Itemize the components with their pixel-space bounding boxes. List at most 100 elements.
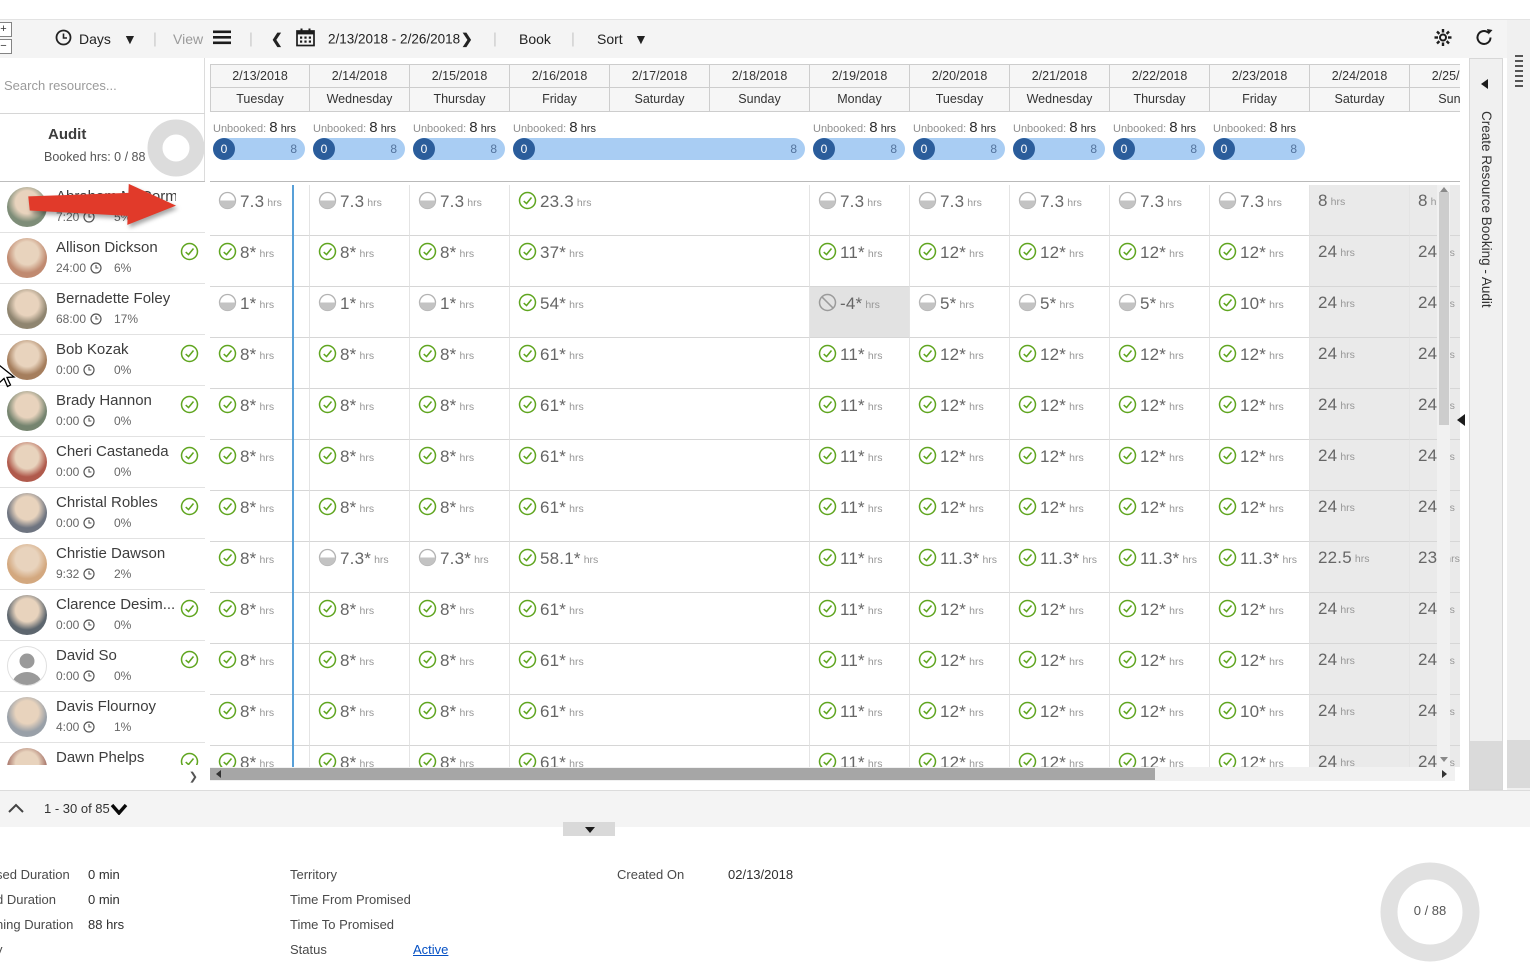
booking-cell[interactable]: 8*hrs	[210, 542, 310, 593]
booking-cell[interactable]: 12*hrs	[1110, 236, 1210, 287]
booking-cell[interactable]: 12*hrs	[1210, 746, 1310, 767]
booking-cell[interactable]: 24hrs	[1310, 389, 1410, 440]
booking-cell[interactable]: 24hrs	[1410, 695, 1460, 746]
resource-row[interactable]: Bob Kozak0:000%	[0, 335, 205, 386]
booking-cell[interactable]: 7.3hrs	[1210, 185, 1310, 236]
booking-cell[interactable]: 61*hrs	[510, 389, 810, 440]
booking-cell[interactable]: 8*hrs	[310, 338, 410, 389]
booking-cell[interactable]: 11*hrs	[810, 440, 910, 491]
expand-tab-icon[interactable]	[1481, 79, 1488, 89]
booking-cell[interactable]: 11.3*hrs	[1210, 542, 1310, 593]
collapse-panel-icon[interactable]	[1457, 414, 1465, 426]
booking-cell[interactable]: 8*hrs	[410, 695, 510, 746]
booking-cell[interactable]: 7.3hrs	[910, 185, 1010, 236]
resource-selected-check-icon[interactable]	[180, 599, 199, 623]
booking-cell[interactable]: 12*hrs	[910, 644, 1010, 695]
horizontal-scrollbar[interactable]	[210, 767, 1455, 781]
booking-cell[interactable]: 7.3hrs	[210, 185, 310, 236]
resource-row[interactable]: Bernadette Foley68:0017%	[0, 284, 205, 335]
booking-cell[interactable]: 10*hrs	[1210, 287, 1310, 338]
days-caret-icon[interactable]: ▼	[123, 31, 137, 47]
booking-cell[interactable]: 8*hrs	[210, 440, 310, 491]
booking-cell[interactable]: 8*hrs	[410, 746, 510, 767]
booking-cell[interactable]: 11*hrs	[810, 593, 910, 644]
booking-cell[interactable]: 11*hrs	[810, 644, 910, 695]
zoom-in-button[interactable]: +	[0, 22, 12, 37]
resource-row[interactable]: Christal Robles0:000%	[0, 488, 205, 539]
booking-cell[interactable]: 61*hrs	[510, 695, 810, 746]
settings-gear-icon[interactable]	[1434, 29, 1452, 50]
booking-cell[interactable]: 23.3hrs	[510, 185, 810, 236]
booking-cell[interactable]: 11.3*hrs	[910, 542, 1010, 593]
booking-cell[interactable]: 11*hrs	[810, 746, 910, 767]
booking-cell[interactable]: 8*hrs	[210, 338, 310, 389]
booking-cell[interactable]: 12*hrs	[910, 338, 1010, 389]
booking-cell[interactable]: 1*hrs	[310, 287, 410, 338]
booking-cell[interactable]: 24hrs	[1310, 644, 1410, 695]
booking-cell[interactable]: 12*hrs	[1110, 746, 1210, 767]
sort-caret-icon[interactable]: ▼	[634, 31, 648, 47]
booking-cell[interactable]: 24hrs	[1310, 440, 1410, 491]
booking-cell[interactable]: 12*hrs	[1010, 695, 1110, 746]
booking-cell[interactable]: 24hrs	[1410, 491, 1460, 542]
booking-cell[interactable]: 12*hrs	[1210, 644, 1310, 695]
booking-cell[interactable]: 12*hrs	[1110, 644, 1210, 695]
booking-cell[interactable]: 8*hrs	[410, 440, 510, 491]
booking-cell[interactable]: 22.5hrs	[1310, 542, 1410, 593]
booking-cell[interactable]: 12*hrs	[910, 389, 1010, 440]
page-up-icon[interactable]	[8, 803, 24, 813]
booking-cell[interactable]: 8*hrs	[410, 593, 510, 644]
booking-cell[interactable]: 8*hrs	[310, 491, 410, 542]
booking-cell[interactable]: 37*hrs	[510, 236, 810, 287]
booking-cell[interactable]: 58.1*hrs	[510, 542, 810, 593]
scroll-down-icon[interactable]	[1440, 757, 1448, 762]
detail-value[interactable]: Active	[413, 942, 448, 957]
booking-cell[interactable]: 11*hrs	[810, 338, 910, 389]
booking-cell[interactable]: 12*hrs	[1110, 389, 1210, 440]
booking-cell[interactable]: 61*hrs	[510, 746, 810, 767]
booking-cell[interactable]: 24hrs	[1410, 338, 1460, 389]
scroll-right-icon[interactable]	[1442, 770, 1447, 778]
sidebar-scroll-right-icon[interactable]: ❯	[189, 770, 198, 783]
booking-cell[interactable]: 24hrs	[1310, 695, 1410, 746]
booking-cell[interactable]: 8*hrs	[410, 491, 510, 542]
resource-selected-check-icon[interactable]	[180, 650, 199, 674]
previous-range-button[interactable]: ❮	[271, 31, 283, 48]
booking-cell[interactable]: 12*hrs	[1010, 746, 1110, 767]
create-resource-booking-tab[interactable]: Create Resource Booking - Audit	[1469, 58, 1503, 790]
booking-cell[interactable]: 12*hrs	[1210, 440, 1310, 491]
booking-cell[interactable]: 8*hrs	[310, 746, 410, 767]
booking-cell[interactable]: 11*hrs	[810, 491, 910, 542]
booking-cell[interactable]: 8*hrs	[310, 593, 410, 644]
resource-selected-check-icon[interactable]	[180, 752, 199, 765]
resource-row[interactable]: David So0:000%	[0, 641, 205, 692]
resource-row[interactable]: Davis Flournoy4:001%	[0, 692, 205, 743]
resource-selected-check-icon[interactable]	[180, 242, 199, 266]
booking-cell[interactable]: 61*hrs	[510, 593, 810, 644]
booking-cell[interactable]: 5*hrs	[910, 287, 1010, 338]
next-range-button[interactable]: ❯	[461, 31, 473, 48]
booking-cell[interactable]: 12*hrs	[910, 236, 1010, 287]
booking-cell[interactable]: 7.3hrs	[410, 185, 510, 236]
booking-cell[interactable]: 12*hrs	[910, 746, 1010, 767]
booking-cell[interactable]: 7.3hrs	[310, 185, 410, 236]
booking-cell[interactable]: 11.3*hrs	[1010, 542, 1110, 593]
booking-cell[interactable]: 8*hrs	[310, 389, 410, 440]
booking-cell[interactable]: 8hrs	[1310, 185, 1410, 236]
resource-selected-check-icon[interactable]	[180, 344, 199, 368]
vertical-scrollbar[interactable]	[1437, 185, 1450, 767]
sort-button[interactable]: Sort	[597, 31, 623, 47]
booking-cell[interactable]: 12*hrs	[1110, 338, 1210, 389]
book-button[interactable]: Book	[519, 31, 551, 47]
booking-cell[interactable]: 8*hrs	[410, 236, 510, 287]
booking-cell[interactable]: 11.3*hrs	[1110, 542, 1210, 593]
booking-cell[interactable]: 12*hrs	[1210, 491, 1310, 542]
booking-cell[interactable]: 7.3hrs	[1110, 185, 1210, 236]
booking-cell[interactable]: 24hrs	[1310, 746, 1410, 767]
resource-selected-check-icon[interactable]	[180, 497, 199, 521]
booking-cell[interactable]: 24hrs	[1410, 287, 1460, 338]
booking-cell[interactable]: 24hrs	[1310, 491, 1410, 542]
booking-cell[interactable]: 12*hrs	[910, 593, 1010, 644]
booking-cell[interactable]: 8*hrs	[210, 695, 310, 746]
booking-cell[interactable]: 7.3hrs	[810, 185, 910, 236]
